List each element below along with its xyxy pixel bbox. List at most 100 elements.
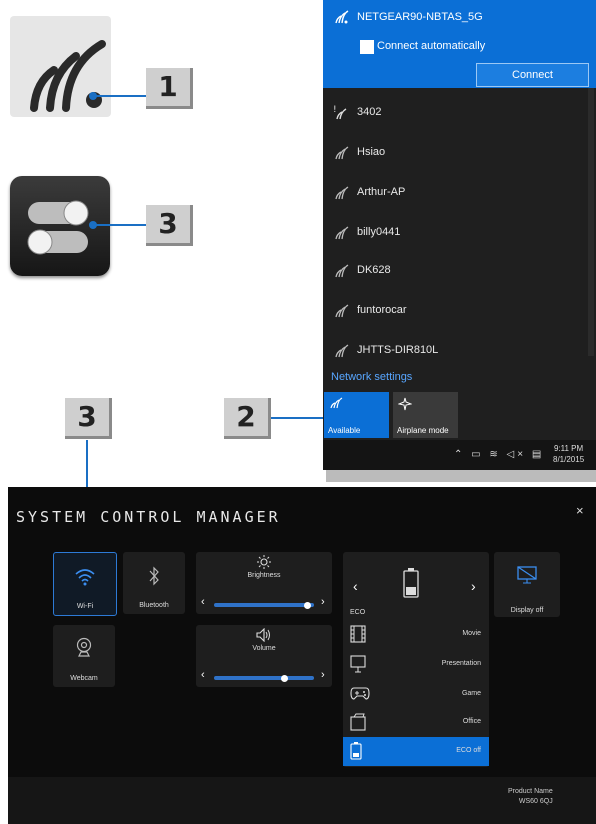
gamepad-icon — [350, 687, 370, 700]
mode-name: ECO off — [456, 747, 481, 754]
battery-icon — [350, 742, 362, 760]
network-list-item[interactable]: funtorocar — [323, 292, 588, 330]
network-list-item[interactable]: JHTTS-DIR810L — [323, 332, 588, 370]
wifi-signal-icon — [335, 146, 349, 160]
webcam-icon — [76, 637, 92, 657]
mode-game[interactable]: Game — [343, 680, 489, 709]
taskbar-clock[interactable]: 9:11 PM 8/1/2015 — [553, 443, 584, 465]
mode-eco-off[interactable]: ECO off — [343, 737, 489, 766]
office-icon — [350, 713, 366, 731]
mode-name: Game — [461, 690, 481, 697]
volume-control: Volume ‹ › — [196, 625, 332, 687]
network-ssid: Arthur-AP — [357, 186, 406, 198]
quick-action-airplane[interactable]: Airplane mode — [393, 392, 458, 438]
wifi-label: Wi-Fi — [76, 603, 94, 610]
volume-slider-track[interactable] — [214, 674, 314, 682]
webcam-toggle[interactable]: Webcam — [53, 625, 115, 687]
network-list-item[interactable]: Arthur-AP — [323, 174, 588, 212]
network-ssid: billy0441 — [357, 226, 401, 238]
power-mode-label: ECO — [350, 609, 366, 616]
wifi-signal-icon — [335, 226, 349, 240]
callout-number-3-scm: 3 — [65, 398, 112, 439]
brightness-control: Brightness ‹ › — [196, 552, 332, 614]
wifi-icon — [330, 397, 343, 409]
power-mode-panel: ‹ › ECO Movie Presentation Game Office E… — [343, 552, 489, 767]
network-list-item[interactable]: ! 3402 — [323, 94, 588, 132]
network-settings-link[interactable]: Network settings — [331, 371, 412, 383]
connect-button[interactable]: Connect — [476, 63, 589, 87]
network-list-item[interactable]: Hsiao — [323, 134, 588, 172]
presentation-icon — [350, 655, 366, 673]
product-info: Product Name WS60 6QJ — [508, 787, 553, 807]
mode-name: Movie — [462, 630, 481, 637]
quick-action-label: Airplane mode — [397, 426, 449, 435]
clock-date: 8/1/2015 — [553, 455, 585, 464]
display-off-icon — [517, 566, 537, 584]
network-list-item[interactable]: billy0441 — [323, 214, 588, 252]
svg-text:!: ! — [333, 105, 337, 115]
connect-automatically-checkbox[interactable] — [360, 40, 374, 54]
network-list-item[interactable]: DK628 — [323, 252, 588, 290]
network-ssid: 3402 — [357, 106, 382, 118]
clock-time: 9:11 PM — [553, 444, 584, 453]
wifi-icon — [30, 40, 106, 112]
wifi-app-icon — [10, 16, 111, 117]
film-icon — [350, 625, 366, 643]
display-off-toggle[interactable]: Display off — [494, 552, 560, 617]
wifi-unsecured-icon: ! — [333, 105, 347, 120]
system-control-manager: SYSTEM CONTROL MANAGER × Wi-Fi Bluetooth… — [8, 487, 596, 824]
network-ssid: Hsiao — [357, 146, 386, 158]
taskbar: ⌃ ▭ ≋ ◁× ▤ 9:11 PM 8/1/2015 — [323, 440, 596, 470]
bluetooth-label: Bluetooth — [139, 602, 169, 609]
selected-network-ssid: NETGEAR90-NBTAS_5G — [357, 11, 483, 23]
network-ssid: DK628 — [357, 264, 391, 276]
system-tray-icons[interactable]: ⌃ ▭ ≋ ◁× ▤ — [454, 449, 544, 460]
mode-name: Presentation — [441, 660, 481, 667]
webcam-label: Webcam — [70, 675, 98, 682]
callout-number-2: 2 — [224, 398, 271, 439]
brightness-slider-knob[interactable] — [303, 601, 311, 609]
volume-slider-knob[interactable] — [280, 674, 288, 682]
selected-network[interactable]: NETGEAR90-NBTAS_5G Connect automatically… — [323, 0, 596, 88]
connect-automatically-label: Connect automatically — [377, 40, 486, 52]
bluetooth-toggle[interactable]: Bluetooth — [123, 552, 185, 614]
airplane-icon — [398, 397, 412, 411]
product-name-label: Product Name — [508, 788, 553, 795]
callout-line — [96, 224, 146, 226]
network-ssid: JHTTS-DIR810L — [357, 344, 439, 356]
bluetooth-icon — [149, 566, 159, 586]
volume-label: Volume — [252, 645, 276, 652]
wifi-signal-icon — [335, 10, 349, 24]
chevron-right-icon[interactable]: › — [321, 669, 325, 681]
wifi-signal-icon — [335, 304, 349, 318]
brightness-icon — [257, 555, 271, 569]
wifi-toggle[interactable]: Wi-Fi — [53, 552, 117, 616]
mode-office[interactable]: Office — [343, 708, 489, 737]
product-name-value: WS60 6QJ — [518, 798, 553, 805]
mode-name: Office — [462, 718, 481, 725]
mode-movie[interactable]: Movie — [343, 620, 489, 649]
callout-line — [96, 95, 146, 97]
flyout-scrollbar[interactable] — [588, 88, 594, 356]
network-ssid: funtorocar — [357, 304, 407, 316]
chevron-left-icon[interactable]: ‹ — [353, 578, 358, 594]
scm-title: SYSTEM CONTROL MANAGER — [16, 508, 281, 526]
chevron-right-icon[interactable]: › — [471, 578, 476, 594]
wifi-signal-icon — [335, 264, 349, 278]
callout-number-1: 1 — [146, 68, 193, 109]
wifi-icon — [75, 569, 95, 586]
mode-presentation[interactable]: Presentation — [343, 650, 489, 679]
wifi-signal-icon — [335, 344, 349, 358]
chevron-left-icon[interactable]: ‹ — [201, 596, 205, 608]
close-button[interactable]: × — [576, 503, 584, 518]
quick-action-wifi[interactable]: Available — [324, 392, 389, 438]
battery-icon — [403, 568, 419, 598]
speaker-icon — [256, 628, 270, 642]
brightness-slider-track[interactable] — [214, 601, 314, 609]
chevron-left-icon[interactable]: ‹ — [201, 669, 205, 681]
display-off-label: Display off — [510, 607, 544, 614]
brightness-label: Brightness — [247, 572, 281, 579]
flyout-shadow — [326, 470, 596, 482]
chevron-right-icon[interactable]: › — [321, 596, 325, 608]
callout-line — [271, 417, 326, 419]
